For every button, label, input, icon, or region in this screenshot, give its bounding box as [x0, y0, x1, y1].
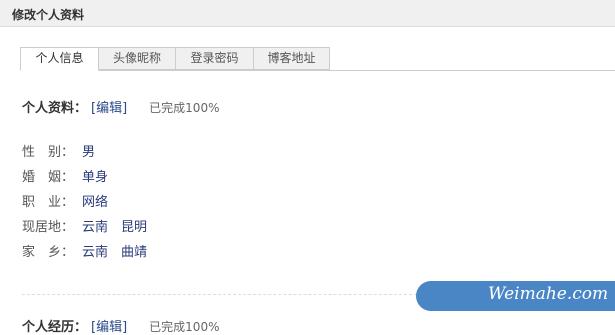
section-divider — [22, 294, 422, 295]
field-residence: 现居地： 云南 昆明 — [22, 219, 147, 237]
field-hometown: 家 乡： 云南 曲靖 — [22, 244, 147, 262]
profile-section-header: 个人资料： [编辑] 已完成100% — [22, 97, 219, 116]
field-value: 云南 曲靖 — [82, 245, 148, 260]
field-occupation: 职 业： 网络 — [22, 194, 108, 212]
field-label: 现居地： — [22, 220, 75, 235]
tab-blog-address[interactable]: 博客地址 — [253, 47, 330, 70]
edit-profile-link[interactable]: [编辑] — [91, 101, 127, 116]
field-value: 云南 昆明 — [82, 220, 148, 235]
field-marital-status: 婚 姻： 单身 — [22, 169, 108, 187]
experience-progress: 已完成100% — [149, 320, 220, 334]
tab-login-password[interactable]: 登录密码 — [175, 47, 254, 70]
tab-bar: 个人信息 头像昵称 登录密码 博客地址 — [20, 47, 615, 71]
experience-section-title: 个人经历： — [22, 320, 88, 335]
tab-avatar-nickname[interactable]: 头像昵称 — [98, 47, 176, 70]
panel-header: 修改个人资料 — [0, 0, 615, 27]
field-label: 职 业： — [22, 195, 75, 210]
field-value: 单身 — [82, 170, 109, 185]
field-label: 性 别： — [22, 145, 75, 160]
field-label: 家 乡： — [22, 245, 75, 260]
page-title: 修改个人资料 — [12, 8, 85, 22]
watermark-text: Weimahe.com — [488, 284, 609, 304]
experience-section-header: 个人经历： [编辑] 已完成100% — [22, 316, 219, 335]
field-value: 网络 — [82, 195, 109, 210]
edit-experience-link[interactable]: [编辑] — [91, 320, 127, 335]
profile-progress: 已完成100% — [149, 101, 220, 115]
field-gender: 性 别： 男 — [22, 144, 95, 162]
field-label: 婚 姻： — [22, 170, 75, 185]
profile-section-title: 个人资料： — [22, 101, 88, 116]
tab-personal-info[interactable]: 个人信息 — [20, 47, 99, 71]
field-value: 男 — [82, 145, 96, 160]
